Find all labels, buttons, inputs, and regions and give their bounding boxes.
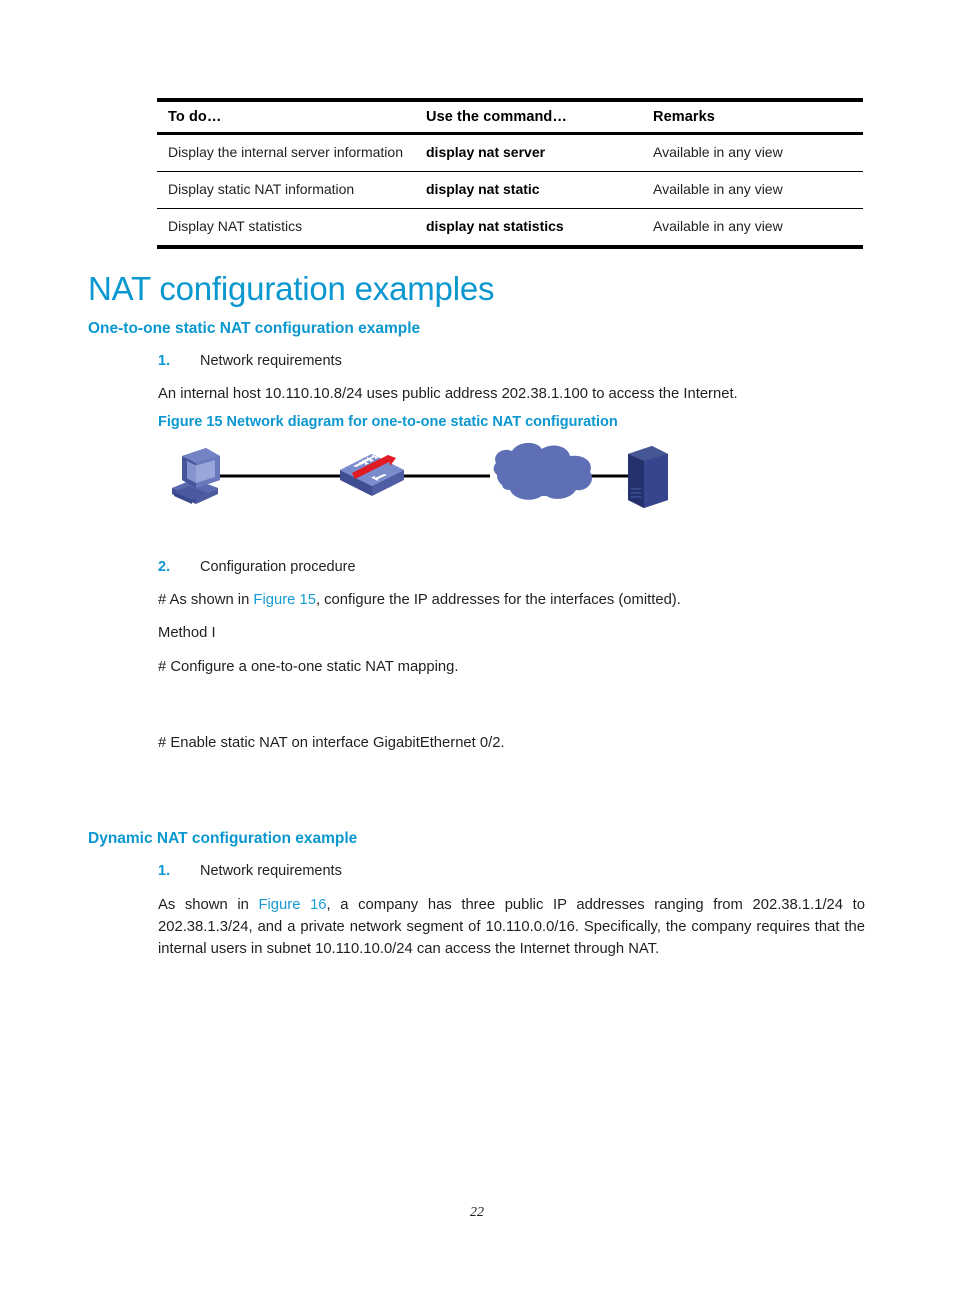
table-row: Display NAT statistics display nat stati…	[157, 208, 863, 249]
cell-todo: Display the internal server information	[157, 133, 415, 172]
list-item-configuration-procedure: 2. Configuration procedure	[158, 559, 356, 575]
list-item-number: 1.	[158, 353, 171, 369]
router-icon	[340, 454, 404, 496]
table-header-row: To do… Use the command… Remarks	[157, 98, 863, 135]
paragraph-dynamic-requirements: As shown in Figure 16, a company has thr…	[158, 895, 865, 961]
table-row: Display the internal server information …	[157, 133, 863, 172]
figure-15-link[interactable]: Figure 15	[253, 592, 316, 608]
paragraph-enable-static-nat: # Enable static NAT on interface Gigabit…	[158, 735, 505, 751]
table-row: Display static NAT information display n…	[157, 171, 863, 209]
section-heading-dynamic-nat: Dynamic NAT configuration example	[88, 830, 358, 847]
list-item-network-requirements-static: 1. Network requirements	[158, 353, 342, 369]
list-item-number: 2.	[158, 559, 171, 575]
list-item-network-requirements-dynamic: 1. Network requirements	[158, 863, 342, 879]
page-number: 22	[470, 1205, 484, 1220]
cell-command: display nat static	[415, 171, 642, 209]
column-header-remarks: Remarks	[642, 98, 863, 135]
section-heading-static-nat: One-to-one static NAT configuration exam…	[88, 320, 421, 337]
cell-remarks: Available in any view	[642, 171, 863, 209]
paragraph-static-requirements: An internal host 10.110.10.8/24 uses pub…	[158, 386, 738, 402]
server-vent	[631, 496, 641, 498]
list-item-label: Network requirements	[200, 863, 342, 879]
cell-todo: Display static NAT information	[157, 171, 415, 209]
cell-remarks: Available in any view	[642, 208, 863, 249]
document-page: To do… Use the command… Remarks Display …	[0, 0, 954, 1296]
as-shown-prefix: # As shown in	[158, 592, 254, 608]
paragraph-as-shown-figure15: # As shown in Figure 15, configure the I…	[158, 590, 864, 611]
column-header-command: Use the command…	[415, 98, 642, 135]
server-vent	[631, 492, 641, 494]
server-icon	[628, 446, 668, 508]
dynamic-requirements-prefix: As shown in	[158, 897, 259, 913]
list-item-number: 1.	[158, 863, 171, 879]
figure-caption-15: Figure 15 Network diagram for one-to-one…	[158, 414, 618, 430]
paragraph-method-label: Method I	[158, 625, 216, 641]
cell-remarks: Available in any view	[642, 133, 863, 172]
cell-command: display nat statistics	[415, 208, 642, 249]
list-item-label: Network requirements	[200, 353, 342, 369]
server-vent	[631, 488, 641, 490]
list-item-label: Configuration procedure	[200, 559, 356, 575]
paragraph-configure-mapping: # Configure a one-to-one static NAT mapp…	[158, 659, 459, 675]
cell-todo: Display NAT statistics	[157, 208, 415, 249]
host-pc-icon	[172, 448, 220, 504]
as-shown-suffix: , configure the IP addresses for the int…	[315, 592, 681, 608]
page-title: NAT configuration examples	[88, 270, 495, 307]
cell-command: display nat server	[415, 133, 642, 172]
figure-16-link[interactable]: Figure 16	[258, 897, 326, 913]
internet-cloud-icon	[493, 442, 593, 500]
column-header-todo: To do…	[157, 98, 415, 135]
nat-display-commands-table: To do… Use the command… Remarks Display …	[157, 98, 863, 249]
figure-15-network-diagram	[160, 436, 700, 536]
